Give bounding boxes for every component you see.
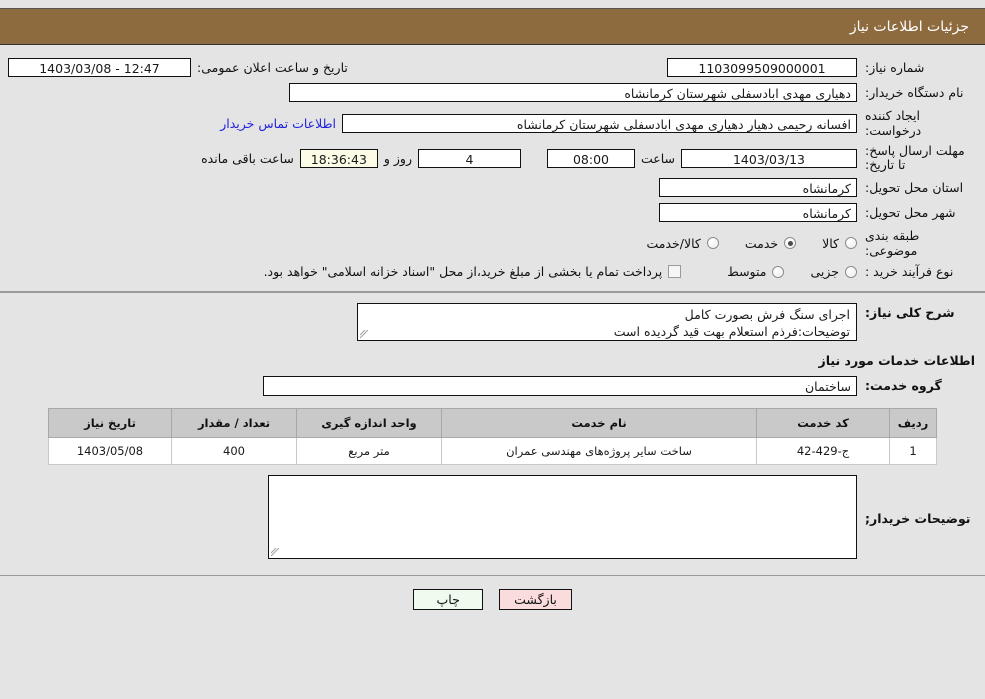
category-option-kala-khedmat[interactable]: کالا/خدمت <box>646 235 719 251</box>
row-province: استان محل تحویل: کرمانشاه <box>0 178 985 197</box>
deadline-remaining-word: ساعت باقی مانده <box>201 150 294 166</box>
cell-name: ساخت سایر پروژه‌های مهندسی عمران <box>441 437 757 465</box>
deadline-time-word: ساعت <box>640 150 675 166</box>
creator-field[interactable]: افسانه رحیمی دهیار دهیاری مهدی ابادسفلی … <box>342 113 857 133</box>
city-field[interactable]: کرمانشاه <box>659 203 857 222</box>
radio-icon-selected[interactable] <box>784 237 797 249</box>
general-desc-label: شرح کلی نیاز: <box>865 305 955 320</box>
announce-datetime-label: تاریخ و ساعت اعلان عمومی: <box>197 60 348 75</box>
table-row: 1 ج-429-42 ساخت سایر پروژه‌های مهندسی عم… <box>48 437 937 465</box>
general-desc-textarea[interactable]: اجرای سنگ فرش بصورت کامل توضیحات:فرذم اس… <box>357 303 857 341</box>
general-desc-value: اجرای سنگ فرش بصورت کامل توضیحات:فرذم اس… <box>613 307 850 339</box>
th-unit: واحد اندازه گیری <box>296 408 442 438</box>
cell-date: 1403/05/08 <box>48 437 172 465</box>
category-option-label: خدمت <box>744 235 779 251</box>
row-need-number: شماره نیاز: 1103099509000001 تاریخ و ساع… <box>0 58 985 77</box>
row-buyer-org: نام دستگاه خریدار: دهیاری مهدی ابادسفلی … <box>0 83 985 102</box>
province-label: استان محل تحویل: <box>865 180 964 195</box>
category-option-label: کالا <box>822 235 839 251</box>
row-service-group: گروه خدمت: ساختمان <box>0 376 985 396</box>
services-section-heading: اطلاعات خدمات مورد نیاز <box>818 353 976 368</box>
creator-label: ایجاد کننده درخواست: <box>865 108 922 138</box>
row-process-type: نوع فرآیند خرید : جزیی متوسط پرداخت تمام… <box>0 264 985 279</box>
back-button[interactable]: بازگشت <box>499 589 572 610</box>
category-label: طبقه بندی موضوعی: <box>865 228 920 258</box>
buyer-org-label: نام دستگاه خریدار: <box>865 85 964 100</box>
table-header-row: ردیف کد خدمت نام خدمت واحد اندازه گیری ت… <box>48 408 937 438</box>
radio-icon[interactable] <box>845 237 857 249</box>
row-general-desc: شرح کلی نیاز: اجرای سنگ فرش بصورت کامل ت… <box>0 303 985 341</box>
resize-handle-icon[interactable] <box>271 548 280 557</box>
cell-unit: متر مربع <box>296 437 442 465</box>
page-root: جزئیات اطلاعات نیاز شماره نیاز: 11030995… <box>0 8 985 610</box>
buyer-notes-textarea[interactable] <box>268 475 857 559</box>
cell-qty: 400 <box>171 437 297 465</box>
items-table: ردیف کد خدمت نام خدمت واحد اندازه گیری ت… <box>48 408 937 465</box>
deadline-days-field[interactable]: 4 <box>417 148 521 168</box>
radio-icon[interactable] <box>772 265 785 278</box>
announce-datetime-field[interactable]: 1403/03/08 - 12:47 <box>8 58 191 77</box>
page-title: جزئیات اطلاعات نیاز <box>849 18 969 35</box>
buyer-notes-label: توضیحات خریدار; <box>865 510 971 526</box>
radio-icon[interactable] <box>845 265 857 278</box>
th-name: نام خدمت <box>441 408 757 438</box>
category-option-label: کالا/خدمت <box>646 235 701 251</box>
deadline-countdown-field: 18:36:43 <box>299 148 378 168</box>
treasury-note-text: پرداخت تمام یا بخشی از مبلغ خرید،از محل … <box>263 264 663 279</box>
cell-index: 1 <box>889 437 937 465</box>
city-label: شهر محل تحویل: <box>865 205 956 220</box>
need-number-field[interactable]: 1103099509000001 <box>667 58 857 77</box>
process-label: نوع فرآیند خرید : <box>865 264 954 279</box>
row-creator: ایجاد کننده درخواست: افسانه رحیمی دهیار … <box>0 108 985 138</box>
page-header: جزئیات اطلاعات نیاز <box>0 8 985 45</box>
deadline-label: مهلت ارسال پاسخ: تا تاریخ: <box>865 143 965 172</box>
category-option-khedmat[interactable]: خدمت <box>744 235 797 251</box>
th-qty: تعداد / مقدار <box>171 408 297 438</box>
buyer-contact-link[interactable]: اطلاعات تماس خریدار <box>214 116 342 131</box>
process-option-motavaset[interactable]: متوسط <box>727 264 785 279</box>
service-group-label: گروه خدمت: <box>865 378 942 393</box>
row-city: شهر محل تحویل: کرمانشاه <box>0 203 985 222</box>
province-field[interactable]: کرمانشاه <box>659 178 857 197</box>
treasury-checkbox[interactable] <box>668 265 682 278</box>
resize-handle-icon[interactable] <box>360 330 369 339</box>
category-radio-group: کالا خدمت کالا/خدمت <box>620 236 857 251</box>
footer-actions: بازگشت چاپ <box>0 576 985 610</box>
radio-icon[interactable] <box>706 237 719 249</box>
process-radio-group: جزیی متوسط <box>701 264 857 279</box>
service-group-field[interactable]: ساختمان <box>263 376 857 396</box>
th-index: ردیف <box>889 408 937 438</box>
deadline-days-word: روز و <box>383 150 412 166</box>
th-code: کد خدمت <box>756 408 890 438</box>
row-buyer-notes: توضیحات خریدار; <box>0 475 985 559</box>
row-deadline: مهلت ارسال پاسخ: تا تاریخ: 1403/03/13 سا… <box>0 144 985 172</box>
process-option-label: متوسط <box>727 264 767 279</box>
deadline-time-field[interactable]: 08:00 <box>546 148 635 168</box>
need-number-label: شماره نیاز: <box>865 60 925 75</box>
process-option-label: جزیی <box>810 264 839 279</box>
need-info-panel: شماره نیاز: 1103099509000001 تاریخ و ساع… <box>0 45 985 292</box>
details-panel: شرح کلی نیاز: اجرای سنگ فرش بصورت کامل ت… <box>0 292 985 576</box>
category-option-kala[interactable]: کالا <box>822 236 857 251</box>
print-button[interactable]: چاپ <box>413 589 484 610</box>
deadline-date-field[interactable]: 1403/03/13 <box>681 148 857 168</box>
items-table-wrap: ردیف کد خدمت نام خدمت واحد اندازه گیری ت… <box>0 402 985 475</box>
buyer-org-field[interactable]: دهیاری مهدی ابادسفلی شهرستان کرمانشاه <box>289 83 857 102</box>
process-option-jozii[interactable]: جزیی <box>810 264 857 279</box>
th-date: تاریخ نیاز <box>48 408 172 438</box>
row-category: طبقه بندی موضوعی: کالا خدمت کالا/خدمت <box>0 228 985 258</box>
cell-code: ج-429-42 <box>756 437 890 465</box>
